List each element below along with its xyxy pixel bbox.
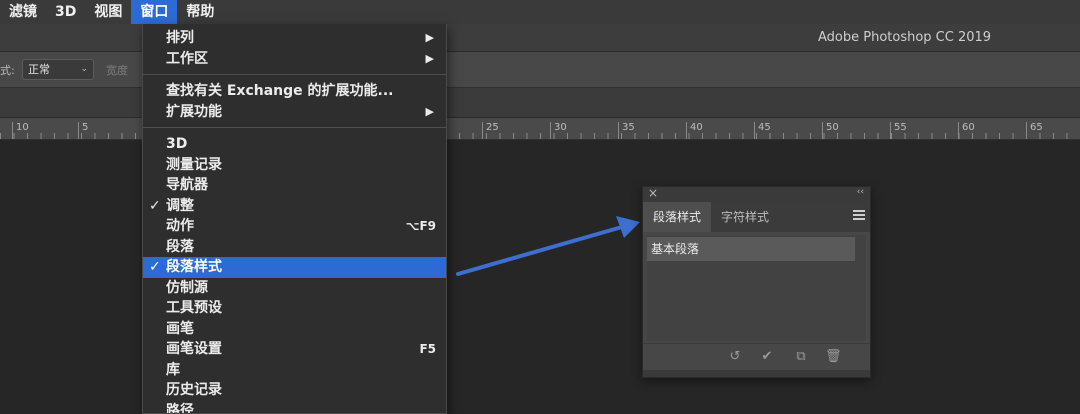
- menu-item-shortcut: F5: [419, 342, 436, 356]
- menu-item-navigator[interactable]: 导航器: [143, 175, 446, 196]
- app-title: Adobe Photoshop CC 2019: [818, 30, 992, 45]
- trash-icon[interactable]: 🗑: [825, 349, 842, 365]
- menu-item-label: 库: [166, 361, 180, 378]
- menu-item-arrange[interactable]: 排列 ▶: [143, 28, 446, 49]
- menu-item-label: 画笔设置: [166, 341, 222, 357]
- ruler-label: 50: [822, 122, 839, 139]
- menu-view[interactable]: 视图: [85, 0, 131, 24]
- checkmark-icon: ✓: [149, 197, 161, 214]
- menu-item-actions[interactable]: 动作 ⌥F9: [143, 216, 446, 237]
- menu-item-3d[interactable]: 3D: [143, 134, 446, 155]
- panel-header[interactable]: × ‹‹: [643, 186, 870, 202]
- menu-item-label: 工具预设: [166, 300, 222, 316]
- redefine-checkmark-icon[interactable]: ✔: [759, 349, 775, 365]
- menu-item-label: 扩展功能: [166, 103, 222, 120]
- menu-window[interactable]: 窗口: [131, 0, 178, 24]
- menu-item-label: 工作区: [166, 50, 208, 67]
- style-select-value: 正常: [28, 63, 50, 76]
- menu-item-label: 段落样式: [166, 259, 222, 275]
- menu-item-label: 3D: [166, 136, 188, 152]
- menu-filter[interactable]: 滤镜: [0, 0, 46, 24]
- menu-item-label: 导航器: [166, 177, 208, 193]
- ruler-label: 60: [958, 122, 975, 139]
- menu-item-measurement-log[interactable]: 测量记录: [143, 155, 446, 176]
- menu-item-label: 段落: [166, 238, 194, 255]
- panel-tabs: 段落样式 字符样式: [643, 202, 870, 232]
- width-label: 宽度: [106, 64, 128, 77]
- submenu-arrow-icon: ▶: [425, 104, 434, 118]
- annotation-arrow-line: [456, 225, 624, 276]
- ruler-label: 45: [754, 122, 771, 139]
- menu-item-label: 画笔: [166, 320, 194, 337]
- menu-item-label: 仿制源: [166, 279, 208, 296]
- ruler-label: 65: [1026, 122, 1043, 139]
- menu-item-label: 历史记录: [166, 382, 222, 398]
- checkmark-icon: ✓: [149, 259, 161, 275]
- menu-item-libraries[interactable]: 库: [143, 360, 446, 381]
- tab-character-styles[interactable]: 字符样式: [711, 202, 779, 232]
- menu-item-brushes[interactable]: 画笔: [143, 319, 446, 340]
- style-list: 基本段落: [647, 235, 866, 341]
- menu-item-brush-settings[interactable]: 画笔设置 F5: [143, 339, 446, 360]
- menu-help[interactable]: 帮助: [177, 0, 223, 24]
- menu-item-label: 动作: [166, 218, 194, 234]
- ruler-label: 55: [890, 122, 907, 139]
- menu-item-find-exchange-extensions[interactable]: 查找有关 Exchange 的扩展功能...: [143, 81, 446, 102]
- menu-item-history[interactable]: 历史记录: [143, 380, 446, 401]
- submenu-arrow-icon: ▶: [425, 51, 434, 65]
- paragraph-styles-panel: × ‹‹ 段落样式 字符样式 基本段落 ↺ ✔ ⧉ 🗑: [642, 186, 871, 378]
- menu-item-label: 查找有关 Exchange 的扩展功能...: [166, 83, 394, 99]
- menu-3d[interactable]: 3D: [46, 0, 85, 24]
- menu-item-paragraph-styles[interactable]: ✓ 段落样式: [143, 257, 446, 278]
- menu-item-adjustments[interactable]: ✓ 调整: [143, 196, 446, 217]
- panel-menu-icon[interactable]: [853, 210, 865, 221]
- ruler-label: 10: [12, 122, 29, 139]
- list-item[interactable]: 基本段落: [647, 237, 855, 261]
- panel-footer: ↺ ✔ ⧉ 🗑: [643, 343, 870, 369]
- menu-item-tool-presets[interactable]: 工具预设: [143, 298, 446, 319]
- menu-item-label: 路径: [166, 402, 194, 414]
- submenu-arrow-icon: ▶: [425, 31, 434, 44]
- menu-item-clone-source[interactable]: 仿制源: [143, 278, 446, 299]
- style-select[interactable]: 正常 ⌄: [22, 59, 94, 80]
- annotation-arrow: [456, 216, 640, 276]
- menu-item-workspace[interactable]: 工作区 ▶: [143, 49, 446, 70]
- close-icon[interactable]: ×: [648, 186, 658, 200]
- menu-item-label: 测量记录: [166, 156, 222, 173]
- ruler-label: 5: [78, 122, 88, 139]
- ruler-label: 30: [550, 122, 567, 139]
- chevron-down-icon: ⌄: [80, 64, 88, 74]
- panel-resize-strip[interactable]: [643, 370, 870, 377]
- menu-item-label: 排列: [166, 30, 194, 46]
- ruler-label: 25: [482, 122, 499, 139]
- menu-item-extensions[interactable]: 扩展功能 ▶: [143, 102, 446, 123]
- menu-item-paragraph[interactable]: 段落: [143, 237, 446, 258]
- menu-item-label: 调整: [166, 197, 194, 214]
- tab-paragraph-styles[interactable]: 段落样式: [643, 202, 712, 232]
- ruler-label: 40: [686, 122, 703, 139]
- menu-separator: [143, 74, 446, 75]
- menu-bar: 滤镜 3D 视图 窗口 帮助: [0, 0, 1080, 24]
- clear-override-icon[interactable]: ↺: [727, 349, 743, 365]
- window-dropdown-menu: 排列 ▶ 工作区 ▶ 查找有关 Exchange 的扩展功能... 扩展功能 ▶…: [142, 24, 447, 414]
- style-label: 式:: [0, 64, 15, 77]
- menu-item-paths[interactable]: 路径: [143, 401, 446, 414]
- new-style-icon[interactable]: ⧉: [793, 349, 809, 365]
- menu-item-shortcut: ⌥F9: [405, 219, 436, 233]
- collapse-icon[interactable]: ‹‹: [857, 187, 864, 197]
- ruler-label: 35: [618, 122, 635, 139]
- menu-separator: [143, 127, 446, 128]
